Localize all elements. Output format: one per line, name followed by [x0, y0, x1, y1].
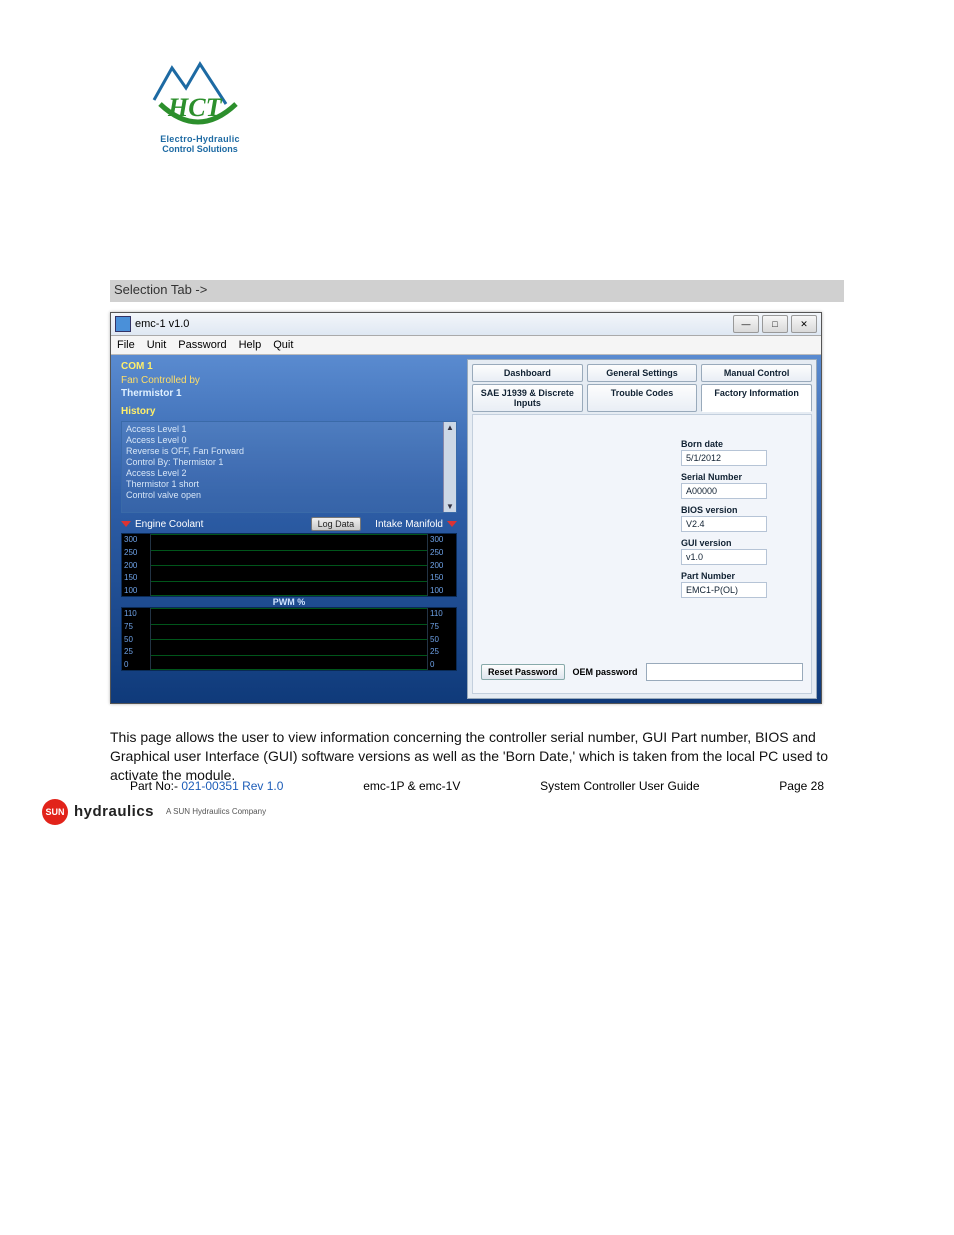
- reset-password-button[interactable]: Reset Password: [481, 664, 565, 680]
- tab-manual-control[interactable]: Manual Control: [701, 364, 812, 382]
- serial-number-value: A00000: [681, 483, 767, 499]
- history-line: Control valve open: [126, 490, 452, 501]
- logo-line2: Control Solutions: [150, 144, 250, 154]
- tab-trouble-codes[interactable]: Trouble Codes: [587, 384, 698, 412]
- tab-general-settings[interactable]: General Settings: [587, 364, 698, 382]
- menu-password[interactable]: Password: [178, 339, 226, 351]
- footer-center2: System Controller User Guide: [540, 779, 699, 793]
- factory-info-pane: Born date 5/1/2012 Serial Number A00000 …: [472, 414, 812, 694]
- menu-bar: File Unit Password Help Quit: [111, 336, 821, 355]
- page-footer: Part No:- 021-00351 Rev 1.0 emc-1P & emc…: [0, 779, 954, 825]
- oem-password-label: OEM password: [573, 667, 638, 677]
- temperature-chart: 300 250 200 150 100: [121, 533, 457, 597]
- oem-password-input[interactable]: [646, 663, 803, 681]
- fan-controlled-by-label: Fan Controlled by: [115, 374, 463, 387]
- tab-sae-j1939[interactable]: SAE J1939 & Discrete Inputs: [472, 384, 583, 412]
- left-panel: COM 1 Fan Controlled by Thermistor 1 His…: [115, 359, 463, 699]
- fan-controlled-by-value: Thermistor 1: [115, 387, 463, 400]
- born-date-value: 5/1/2012: [681, 450, 767, 466]
- com-label: COM 1: [115, 359, 463, 374]
- menu-help[interactable]: Help: [239, 339, 262, 351]
- tab-dashboard[interactable]: Dashboard: [472, 364, 583, 382]
- part-number-label: Part Number: [681, 571, 801, 581]
- history-line: Access Level 0: [126, 435, 452, 446]
- serial-number-label: Serial Number: [681, 472, 801, 482]
- bios-version-value: V2.4: [681, 516, 767, 532]
- history-scrollbar[interactable]: ▲▼: [443, 422, 456, 512]
- gui-version-value: v1.0: [681, 549, 767, 565]
- menu-file[interactable]: File: [117, 339, 135, 351]
- footer-center1: emc-1P & emc-1V: [363, 779, 460, 793]
- history-label: History: [115, 404, 463, 419]
- footer-company-sub: A SUN Hydraulics Company: [166, 807, 266, 816]
- chart1-left-legend: Engine Coolant: [135, 519, 203, 530]
- triangle-down-icon: [447, 521, 457, 527]
- footer-part-no: Part No:- 021-00351 Rev 1.0: [130, 779, 283, 793]
- body-paragraph: This page allows the user to view inform…: [110, 728, 840, 785]
- history-line: Reverse is OFF, Fan Forward: [126, 446, 452, 457]
- window-titlebar: emc-1 v1.0 — □ ✕: [111, 313, 821, 336]
- maximize-button[interactable]: □: [762, 315, 788, 333]
- history-line: Access Level 2: [126, 468, 452, 479]
- history-line: Thermistor 1 short: [126, 479, 452, 490]
- hydraulics-wordmark: hydraulics: [74, 803, 154, 820]
- app-window: emc-1 v1.0 — □ ✕ File Unit Password Help…: [110, 312, 822, 704]
- history-line: Access Level 1: [126, 424, 452, 435]
- gui-version-label: GUI version: [681, 538, 801, 548]
- svg-text:HCT: HCT: [167, 93, 223, 122]
- close-button[interactable]: ✕: [791, 315, 817, 333]
- log-data-button[interactable]: Log Data: [311, 517, 362, 531]
- window-title: emc-1 v1.0: [135, 318, 189, 330]
- tab-factory-information[interactable]: Factory Information: [701, 384, 812, 412]
- triangle-down-icon: [121, 521, 131, 527]
- app-icon: [115, 316, 131, 332]
- pwm-chart: 110 75 50 25 0: [121, 607, 457, 671]
- menu-quit[interactable]: Quit: [273, 339, 293, 351]
- sun-logo-icon: SUN: [42, 799, 68, 825]
- born-date-label: Born date: [681, 439, 801, 449]
- hct-logo: HCT Electro-Hydraulic Control Solutions: [150, 60, 250, 154]
- minimize-button[interactable]: —: [733, 315, 759, 333]
- logo-line1: Electro-Hydraulic: [150, 134, 250, 144]
- part-number-value: EMC1-P(OL): [681, 582, 767, 598]
- chart1-right-legend: Intake Manifold: [375, 519, 443, 530]
- right-panel: Dashboard General Settings Manual Contro…: [467, 359, 817, 699]
- section-heading: Selection Tab ->: [110, 280, 844, 302]
- pwm-label: PWM %: [115, 597, 463, 607]
- footer-page: Page 28: [779, 779, 824, 793]
- history-line: Control By: Thermistor 1: [126, 457, 452, 468]
- menu-unit[interactable]: Unit: [147, 339, 167, 351]
- history-list[interactable]: Access Level 1 Access Level 0 Reverse is…: [121, 421, 457, 513]
- bios-version-label: BIOS version: [681, 505, 801, 515]
